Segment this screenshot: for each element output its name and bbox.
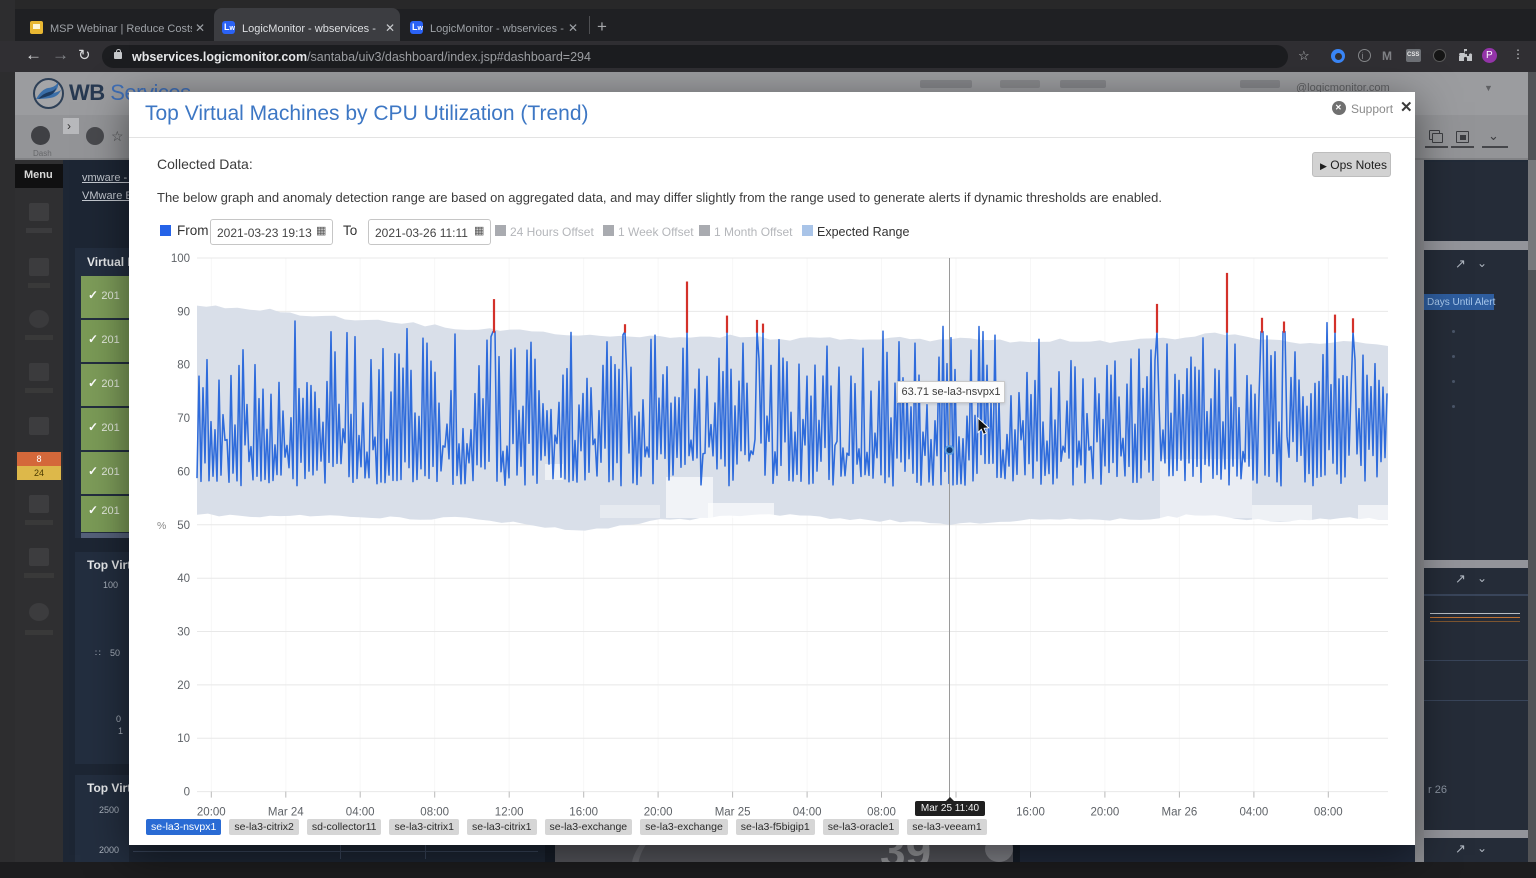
svg-text:20: 20: [177, 680, 190, 692]
svg-text:20:00: 20:00: [1091, 807, 1120, 819]
svg-text:60: 60: [177, 466, 190, 478]
svg-text:10: 10: [177, 733, 190, 745]
svg-text:Mar 26: Mar 26: [1162, 807, 1198, 819]
svg-text:50: 50: [177, 520, 190, 532]
svg-text:08:00: 08:00: [867, 807, 896, 819]
svg-text:16:00: 16:00: [1016, 807, 1045, 819]
svg-text:Mar 24: Mar 24: [268, 807, 304, 819]
svg-text:20:00: 20:00: [197, 807, 226, 819]
svg-text:30: 30: [177, 627, 190, 639]
svg-text:80: 80: [177, 360, 190, 372]
svg-text:0: 0: [184, 787, 190, 799]
svg-text:20:00: 20:00: [644, 807, 673, 819]
svg-text:100: 100: [171, 253, 190, 265]
svg-text:Mar 25: Mar 25: [715, 807, 751, 819]
svg-text:08:00: 08:00: [420, 807, 449, 819]
svg-text:%: %: [157, 520, 166, 532]
svg-text:08:00: 08:00: [1314, 807, 1343, 819]
svg-text:16:00: 16:00: [569, 807, 598, 819]
svg-text:04:00: 04:00: [1240, 807, 1269, 819]
svg-text:70: 70: [177, 413, 190, 425]
svg-text:04:00: 04:00: [793, 807, 822, 819]
svg-text:90: 90: [177, 306, 190, 318]
svg-text:12:00: 12:00: [495, 807, 524, 819]
svg-text:40: 40: [177, 573, 190, 585]
svg-text:04:00: 04:00: [346, 807, 375, 819]
